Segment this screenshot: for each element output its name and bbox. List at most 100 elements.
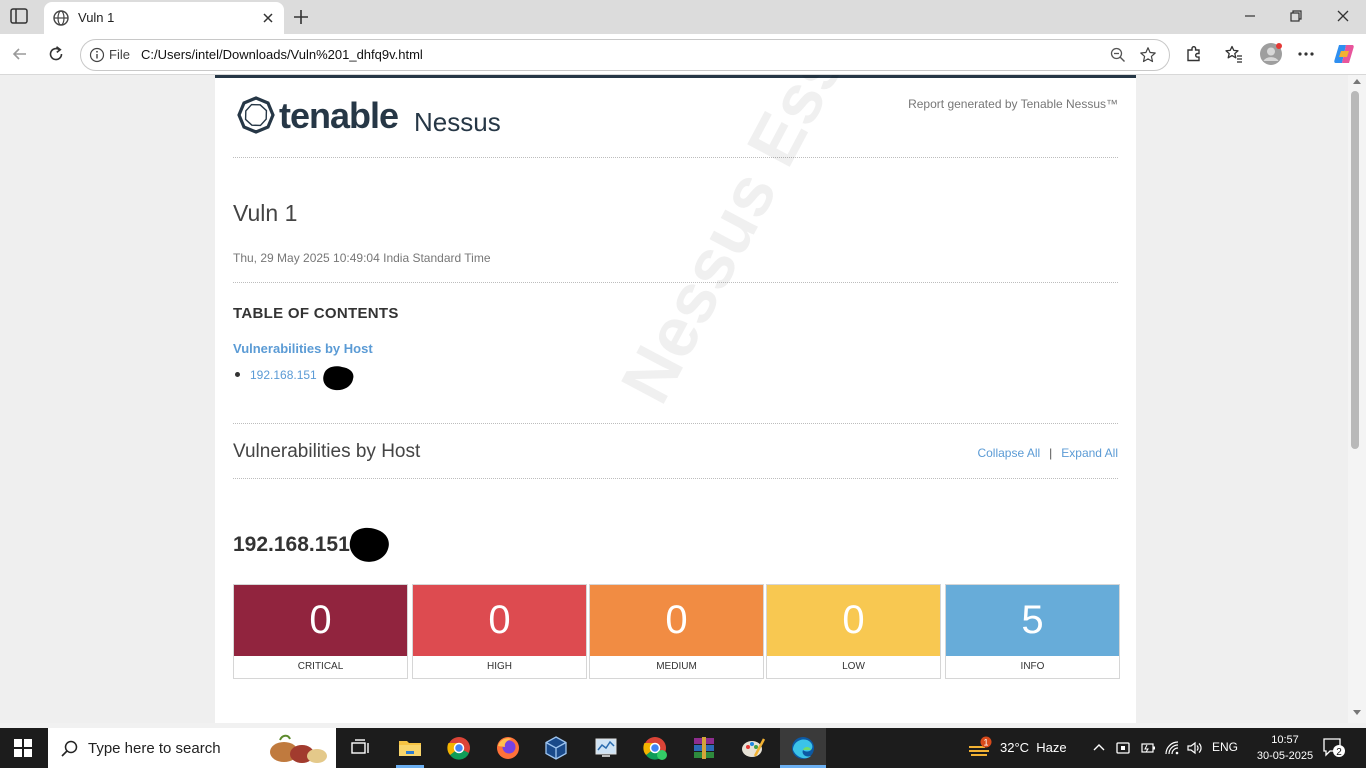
page-scrollbar[interactable] (1348, 75, 1366, 723)
clock-date: 30-05-2025 (1256, 750, 1314, 762)
wifi-icon[interactable] (1164, 740, 1180, 756)
divider (233, 282, 1118, 283)
chrome-icon[interactable] (445, 734, 473, 762)
battery-icon[interactable] (1140, 740, 1156, 756)
scroll-down-icon[interactable] (1352, 709, 1362, 717)
divider (233, 157, 1118, 158)
section-title: Vulnerabilities by Host (233, 441, 421, 462)
scroll-up-icon[interactable] (1352, 77, 1362, 85)
tenable-nessus-logo: tenable Nessus (237, 96, 507, 138)
browser-toolbar: File C:/Users/intel/Downloads/Vuln%201_d… (0, 34, 1366, 75)
severity-label: HIGH (487, 661, 512, 672)
paint-icon[interactable] (739, 734, 767, 762)
notification-center-icon[interactable]: 2 (1322, 737, 1346, 759)
globe-icon (52, 9, 70, 27)
close-window-icon[interactable] (1335, 8, 1351, 24)
favorites-icon[interactable] (1224, 44, 1244, 64)
tab-actions-icon[interactable] (10, 8, 30, 26)
windows-taskbar: Type here to search 1 32°C Haze ENG 10:5… (0, 728, 1366, 768)
extensions-icon[interactable] (1184, 44, 1204, 64)
severity-count: 0 (590, 585, 763, 656)
close-tab-icon[interactable] (260, 10, 276, 26)
virtualbox-icon[interactable] (542, 734, 570, 762)
taskbar-search-box[interactable]: Type here to search (48, 728, 336, 768)
info-icon[interactable] (89, 47, 105, 63)
search-placeholder: Type here to search (88, 740, 221, 757)
browser-tab[interactable]: Vuln 1 (44, 2, 284, 34)
file-explorer-icon[interactable] (396, 734, 424, 762)
search-highlight-icon (262, 732, 332, 766)
collapse-expand-controls: Collapse All | Expand All (977, 446, 1118, 460)
scrollbar-thumb[interactable] (1351, 91, 1359, 449)
severity-high[interactable]: 0 HIGH (412, 584, 587, 679)
page-viewport: tenable Nessus Report generated by Tenab… (0, 75, 1348, 723)
task-view-icon[interactable] (347, 734, 375, 762)
winrar-icon[interactable] (690, 734, 718, 762)
severity-info[interactable]: 5 INFO (945, 584, 1120, 679)
back-icon[interactable] (10, 44, 30, 64)
collapse-all-link[interactable]: Collapse All (977, 446, 1040, 460)
restore-icon[interactable] (1288, 8, 1304, 24)
severity-critical[interactable]: 0 CRITICAL (233, 584, 408, 679)
weather-badge: 1 (983, 738, 988, 748)
minimize-icon[interactable] (1242, 8, 1258, 24)
bullet (235, 372, 240, 378)
severity-label: MEDIUM (656, 661, 697, 672)
toc-link-vulnerabilities-by-host[interactable]: Vulnerabilities by Host (233, 341, 373, 356)
address-bar[interactable]: File C:/Users/intel/Downloads/Vuln%201_d… (80, 39, 1170, 71)
firefox-icon[interactable] (494, 734, 522, 762)
severity-medium[interactable]: 0 MEDIUM (589, 584, 764, 679)
severity-summary: 0 CRITICAL 0 HIGH 0 MEDIUM 0 LOW 5 INFO (233, 584, 1120, 680)
more-options-icon[interactable] (1296, 44, 1316, 64)
language-indicator[interactable]: ENG (1212, 740, 1238, 754)
chrome-profile-icon[interactable] (641, 734, 669, 762)
severity-count: 0 (767, 585, 940, 656)
url-text[interactable]: C:/Users/intel/Downloads/Vuln%201_dhfq9v… (141, 47, 423, 62)
severity-count: 5 (946, 585, 1119, 656)
edge-taskbar-button[interactable] (780, 728, 826, 768)
report-date: Thu, 29 May 2025 10:49:04 India Standard… (233, 251, 491, 265)
toc-host-link[interactable]: 192.168.151 (250, 368, 317, 382)
divider (233, 423, 1118, 424)
weather-icon[interactable]: 1 (968, 736, 994, 760)
profile-avatar-icon[interactable] (1259, 42, 1283, 66)
notification-count: 2 (1336, 747, 1342, 758)
clock-time: 10:57 (1271, 734, 1299, 746)
performance-monitor-icon[interactable] (592, 734, 620, 762)
expand-all-link[interactable]: Expand All (1061, 446, 1118, 460)
severity-label: CRITICAL (297, 661, 344, 672)
tab-title: Vuln 1 (78, 10, 115, 25)
zoom-out-icon[interactable] (1109, 46, 1127, 64)
toc-heading: TABLE OF CONTENTS (233, 305, 399, 322)
severity-label: INFO (1020, 661, 1045, 672)
severity-label: LOW (842, 661, 865, 672)
severity-low[interactable]: 0 LOW (766, 584, 941, 679)
refresh-icon[interactable] (46, 44, 66, 64)
new-tab-icon[interactable] (290, 6, 312, 28)
redaction-mark (323, 366, 354, 391)
volume-icon[interactable] (1186, 740, 1202, 756)
search-icon (60, 739, 80, 759)
copilot-icon[interactable] (1332, 42, 1356, 66)
watermark: Nessus Essentials (605, 75, 964, 416)
severity-count: 0 (413, 585, 586, 656)
favorite-star-icon[interactable] (1139, 46, 1157, 64)
windows-start-icon[interactable] (14, 739, 32, 757)
severity-count: 0 (234, 585, 407, 656)
redaction-mark (349, 527, 389, 562)
system-clock[interactable]: 10:57 30-05-2025 (1250, 732, 1320, 764)
host-ip-heading: 192.168.151. (233, 533, 356, 556)
report-generated-by: Report generated by Tenable Nessus™ (908, 97, 1118, 111)
brand-product: Nessus (414, 107, 501, 137)
divider (233, 478, 1118, 479)
meet-now-icon[interactable] (1116, 740, 1130, 756)
brand-name: tenable (279, 96, 398, 136)
tab-strip: Vuln 1 (0, 0, 1366, 34)
report-container: tenable Nessus Report generated by Tenab… (215, 75, 1136, 723)
report-title: Vuln 1 (233, 200, 298, 226)
chevron-up-icon[interactable] (1092, 740, 1106, 754)
link-separator: | (1049, 446, 1053, 460)
site-info-label[interactable]: File (109, 47, 130, 62)
toc-host-item[interactable]: 192.168.151 (233, 368, 317, 382)
weather-text[interactable]: 32°C Haze (1000, 740, 1067, 755)
